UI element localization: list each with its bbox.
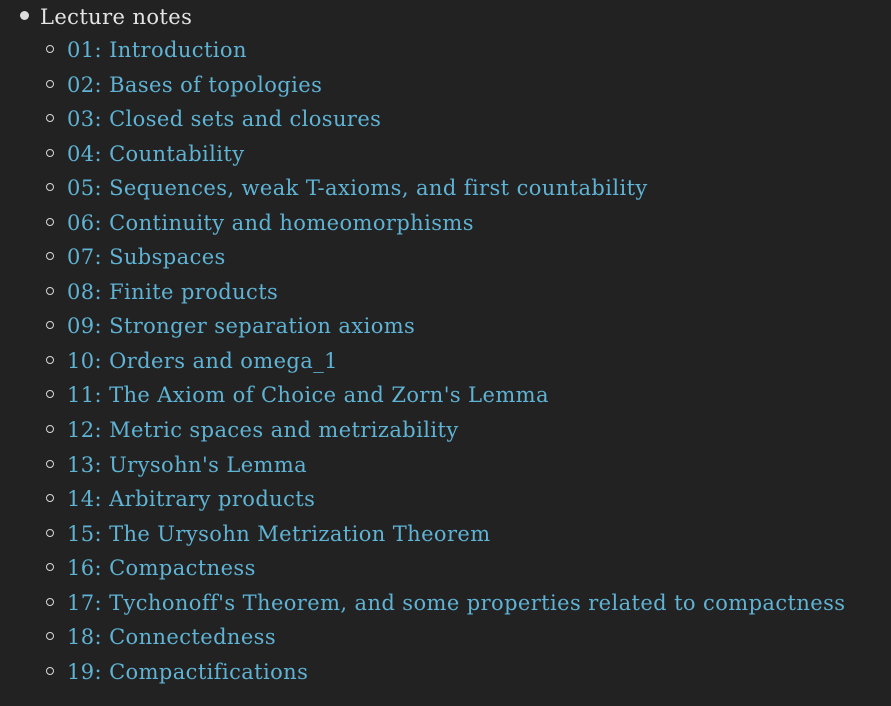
list-item: 03: Closed sets and closures	[0, 103, 891, 138]
circle-bullet-icon	[46, 494, 54, 503]
list-item: 07: Subspaces	[0, 241, 891, 276]
list-item: 08: Finite products	[0, 276, 891, 311]
lecture-link-14[interactable]: 14: Arbitrary products	[67, 483, 315, 515]
lecture-link-15[interactable]: 15: The Urysohn Metrization Theorem	[67, 518, 491, 550]
list-item: 04: Countability	[0, 138, 891, 173]
lecture-link-11[interactable]: 11: The Axiom of Choice and Zorn's Lemma	[67, 379, 549, 411]
circle-bullet-icon	[46, 183, 54, 192]
list-item: 15: The Urysohn Metrization Theorem	[0, 518, 891, 553]
lecture-link-06[interactable]: 06: Continuity and homeomorphisms	[67, 207, 474, 239]
lecture-link-17[interactable]: 17: Tychonoff's Theorem, and some proper…	[67, 587, 845, 619]
circle-bullet-icon	[46, 321, 54, 330]
list-item: 12: Metric spaces and metrizability	[0, 414, 891, 449]
list-item: 19: Compactifications	[0, 656, 891, 691]
circle-bullet-icon	[46, 390, 54, 399]
circle-bullet-icon	[46, 45, 54, 53]
circle-bullet-icon	[46, 459, 54, 468]
list-item: 16: Compactness	[0, 552, 891, 587]
list-item: 18: Connectedness	[0, 621, 891, 656]
circle-bullet-icon	[46, 632, 54, 641]
lecture-link-08[interactable]: 08: Finite products	[67, 276, 278, 308]
lecture-link-13[interactable]: 13: Urysohn's Lemma	[67, 449, 307, 481]
lecture-link-07[interactable]: 07: Subspaces	[67, 241, 226, 273]
circle-bullet-icon	[46, 425, 54, 434]
list-item: 14: Arbitrary products	[0, 483, 891, 518]
circle-bullet-icon	[46, 666, 54, 675]
bullet-icon	[20, 11, 29, 20]
lecture-link-10[interactable]: 10: Orders and omega_1	[67, 345, 338, 377]
list-item: 02: Bases of topologies	[0, 69, 891, 104]
list-item: 05: Sequences, weak T-axioms, and first …	[0, 172, 891, 207]
circle-bullet-icon	[46, 114, 54, 123]
list-item: 09: Stronger separation axioms	[0, 310, 891, 345]
lecture-notes-list: 01: Introduction 02: Bases of topologies…	[0, 34, 891, 690]
circle-bullet-icon	[46, 252, 54, 261]
list-item: 13: Urysohn's Lemma	[0, 449, 891, 484]
circle-bullet-icon	[46, 528, 54, 537]
lecture-link-02[interactable]: 02: Bases of topologies	[67, 69, 322, 101]
circle-bullet-icon	[46, 79, 54, 88]
lecture-link-16[interactable]: 16: Compactness	[67, 552, 256, 584]
lecture-link-12[interactable]: 12: Metric spaces and metrizability	[67, 414, 459, 446]
circle-bullet-icon	[46, 597, 54, 606]
lecture-link-05[interactable]: 05: Sequences, weak T-axioms, and first …	[67, 172, 648, 204]
list-item: 10: Orders and omega_1	[0, 345, 891, 380]
circle-bullet-icon	[46, 217, 54, 226]
lecture-notes-heading: Lecture notes	[40, 5, 193, 29]
lecture-link-09[interactable]: 09: Stronger separation axioms	[67, 310, 415, 342]
circle-bullet-icon	[46, 563, 54, 572]
lecture-link-03[interactable]: 03: Closed sets and closures	[67, 103, 381, 135]
list-item: 11: The Axiom of Choice and Zorn's Lemma	[0, 379, 891, 414]
circle-bullet-icon	[46, 286, 54, 295]
list-item: 01: Introduction	[0, 34, 891, 69]
lecture-link-19[interactable]: 19: Compactifications	[67, 656, 308, 688]
list-item: 06: Continuity and homeomorphisms	[0, 207, 891, 242]
circle-bullet-icon	[46, 148, 54, 157]
list-item: 17: Tychonoff's Theorem, and some proper…	[0, 587, 891, 622]
circle-bullet-icon	[46, 355, 54, 364]
lecture-link-18[interactable]: 18: Connectedness	[67, 621, 276, 653]
lecture-link-01[interactable]: 01: Introduction	[67, 34, 247, 66]
lecture-link-04[interactable]: 04: Countability	[67, 138, 245, 170]
